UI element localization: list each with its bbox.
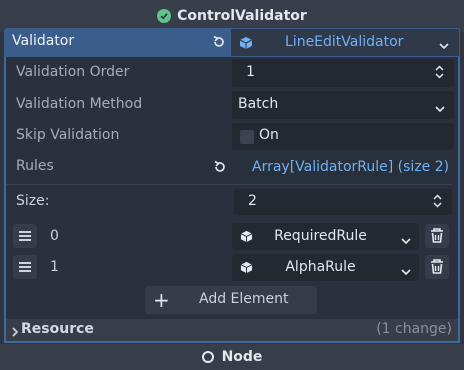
skip-validation-label: Skip Validation: [16, 127, 120, 143]
validation-order-spinbox[interactable]: 1: [232, 59, 454, 87]
check-circle-icon: [157, 9, 172, 23]
skip-validation-value: On: [259, 127, 279, 143]
resource-cube-icon: [239, 36, 253, 54]
node-section-header[interactable]: Node: [0, 344, 464, 370]
spin-arrows-icon[interactable]: [433, 194, 442, 208]
trash-icon[interactable]: [425, 224, 449, 248]
node-section-label: Node: [221, 349, 263, 365]
validator-value: LineEditValidator: [285, 34, 404, 50]
drag-handle-icon[interactable]: [13, 224, 37, 248]
array-size-value: 2: [248, 193, 257, 209]
drag-handle-icon[interactable]: [13, 255, 37, 279]
add-element-button[interactable]: + Add Element: [145, 286, 317, 314]
array-item-value: RequiredRule: [274, 228, 367, 244]
node-title: ControlValidator: [177, 8, 307, 24]
chevron-down-icon: [401, 233, 411, 249]
array-item-resource-picker[interactable]: RequiredRule: [232, 223, 419, 250]
revert-icon[interactable]: [212, 35, 226, 53]
array-item-index: 0: [50, 228, 59, 244]
rules-label: Rules: [16, 158, 54, 174]
chevron-down-icon: [401, 264, 411, 280]
skip-validation-checkbox[interactable]: On: [232, 123, 454, 150]
chevron-down-icon: [435, 101, 445, 115]
checkbox-icon[interactable]: [240, 130, 254, 144]
array-size-label: Size:: [16, 193, 50, 209]
array-item-value: AlphaRule: [285, 259, 356, 275]
chevron-right-icon: [12, 325, 19, 341]
plus-icon: +: [153, 288, 170, 312]
array-item-index: 1: [50, 259, 59, 275]
chevron-down-icon: [439, 38, 449, 54]
array-item-resource-picker[interactable]: AlphaRule: [232, 254, 419, 281]
array-size-spinbox[interactable]: 2: [234, 189, 452, 215]
add-element-label: Add Element: [199, 291, 289, 307]
node-circle-icon: [201, 351, 214, 363]
divider: [6, 184, 452, 185]
change-count: (1 change): [376, 321, 452, 337]
revert-icon[interactable]: [213, 160, 227, 178]
trash-icon[interactable]: [425, 255, 449, 279]
validation-order-value: 1: [246, 64, 255, 80]
validation-method-value: Batch: [238, 96, 279, 112]
validation-order-label: Validation Order: [16, 64, 130, 80]
spin-arrows-icon[interactable]: [435, 65, 444, 79]
rules-array-value: Array[ValidatorRule] (size 2): [252, 159, 450, 175]
rules-array-button[interactable]: Array[ValidatorRule] (size 2): [232, 154, 454, 182]
validator-label: Validator: [12, 33, 75, 49]
validation-method-dropdown[interactable]: Batch: [232, 91, 454, 119]
resource-section-header[interactable]: Resource (1 change): [6, 319, 458, 341]
validation-method-label: Validation Method: [16, 96, 143, 112]
resource-section-label: Resource: [21, 321, 94, 337]
validator-resource-picker[interactable]: LineEditValidator: [230, 28, 460, 57]
